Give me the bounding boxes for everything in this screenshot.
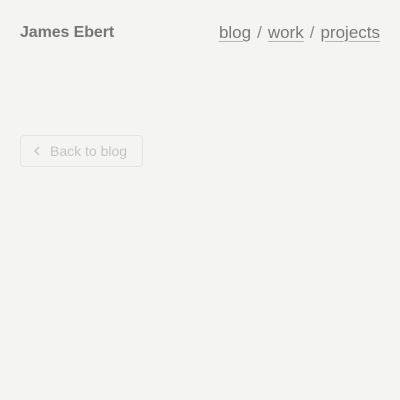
site-header: James Ebert blog / work / projects: [20, 22, 380, 44]
nav-separator: /: [309, 23, 315, 42]
nav-separator: /: [257, 23, 262, 42]
back-button-label: Back to blog: [50, 143, 128, 159]
nav-link-blog[interactable]: blog: [219, 23, 251, 43]
nav-link-work[interactable]: work: [268, 23, 304, 43]
page: James Ebert blog / work / projects Back …: [0, 0, 400, 400]
back-to-blog-button[interactable]: Back to blog: [20, 135, 143, 167]
chevron-left-icon: [32, 146, 42, 156]
main-nav: blog / work / projects: [219, 23, 380, 43]
nav-link-projects[interactable]: projects: [320, 23, 380, 43]
site-title[interactable]: James Ebert: [20, 24, 114, 42]
